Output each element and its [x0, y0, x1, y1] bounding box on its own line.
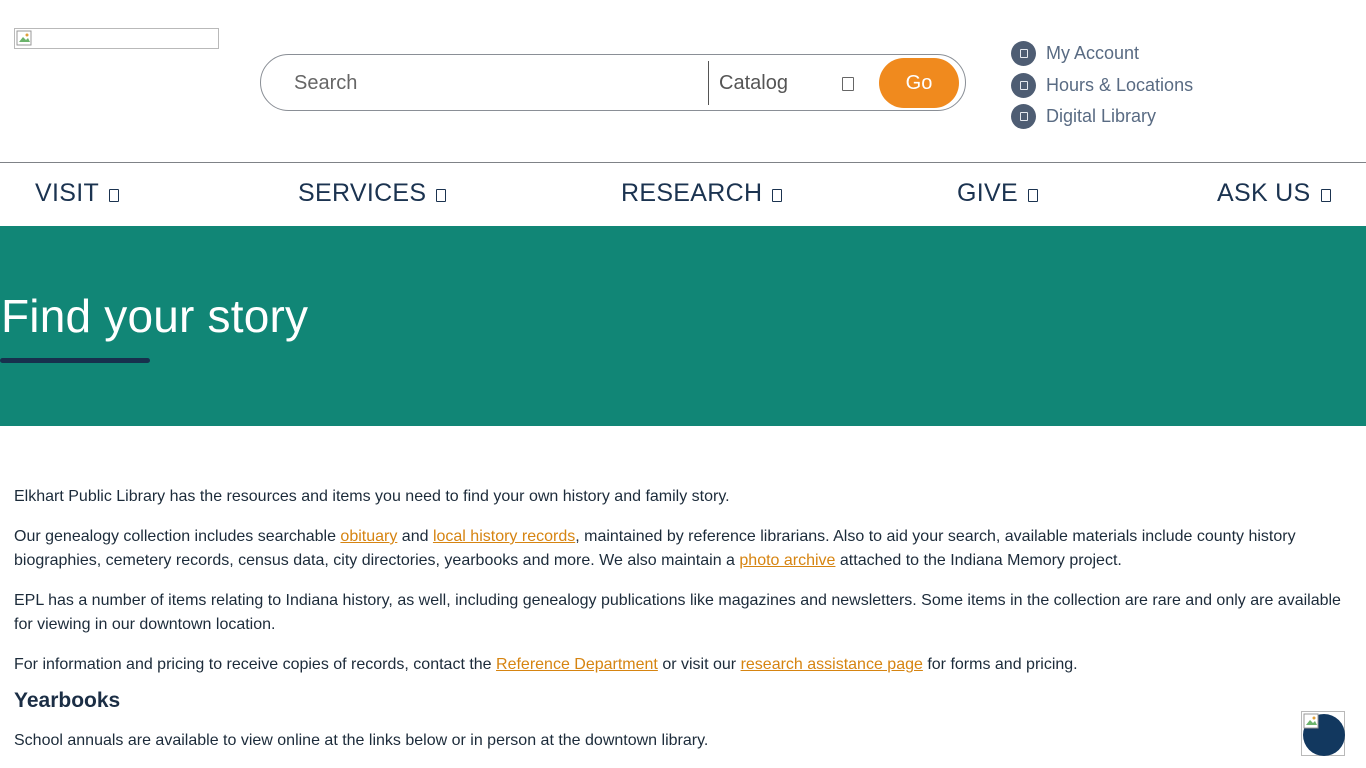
search-input[interactable] — [281, 61, 701, 105]
yearbooks-heading: Yearbooks — [14, 689, 121, 712]
page-title: Find your story — [1, 290, 309, 342]
nav-item-research[interactable]: RESEARCH — [621, 179, 783, 208]
main-nav: VISIT SERVICES RESEARCH GIVE ASK US — [0, 162, 1366, 226]
research-assistance-link[interactable]: research assistance page — [741, 656, 923, 673]
chevron-down-icon — [842, 77, 854, 91]
location-icon — [1011, 72, 1036, 98]
nav-item-give[interactable]: GIVE — [957, 179, 1038, 208]
text-segment: and — [397, 528, 433, 545]
nav-item-services[interactable]: SERVICES — [298, 179, 447, 208]
records-paragraph: For information and pricing to receive c… — [14, 653, 1354, 677]
catalog-select[interactable]: Catalog — [719, 63, 859, 103]
chevron-down-icon — [1027, 188, 1038, 202]
digital-library-link[interactable]: Digital Library — [1011, 101, 1193, 133]
title-underline — [0, 358, 150, 363]
utility-links: My Account Hours & Locations Digital Lib… — [1011, 38, 1193, 133]
collection-paragraph: Our genealogy collection includes search… — [14, 525, 1354, 573]
text-segment: Our genealogy collection includes search… — [14, 528, 341, 545]
search-bar: Catalog Go — [260, 54, 966, 111]
intro-paragraph: Elkhart Public Library has the resources… — [14, 488, 730, 505]
chevron-down-icon — [772, 188, 783, 202]
digital-library-icon — [1011, 104, 1036, 130]
search-divider — [708, 61, 709, 105]
obituary-link[interactable]: obituary — [340, 528, 397, 545]
indiana-history-paragraph: EPL has a number of items relating to In… — [14, 592, 1341, 633]
my-account-label: My Account — [1046, 43, 1140, 64]
chevron-down-icon — [436, 188, 447, 202]
nav-item-visit[interactable]: VISIT — [35, 179, 120, 208]
chevron-down-icon — [1320, 188, 1331, 202]
yearbooks-paragraph: School annuals are available to view onl… — [14, 732, 709, 749]
nav-item-label: VISIT — [35, 179, 100, 207]
nav-item-ask-us[interactable]: ASK US — [1217, 179, 1331, 208]
go-button[interactable]: Go — [879, 58, 959, 108]
chevron-down-icon — [109, 188, 120, 202]
library-logo[interactable] — [14, 28, 219, 49]
text-segment: for forms and pricing. — [922, 656, 1078, 673]
broken-image-icon — [1303, 713, 1319, 729]
local-history-records-link[interactable]: local history records — [433, 528, 575, 545]
hours-locations-link[interactable]: Hours & Locations — [1011, 70, 1193, 102]
digital-library-label: Digital Library — [1046, 106, 1157, 127]
text-segment: or visit our — [657, 656, 741, 673]
broken-image-icon — [16, 30, 32, 46]
nav-item-label: ASK US — [1217, 179, 1311, 207]
nav-item-label: GIVE — [957, 179, 1018, 207]
hours-locations-label: Hours & Locations — [1046, 74, 1194, 95]
my-account-link[interactable]: My Account — [1011, 38, 1193, 70]
account-icon — [1011, 41, 1036, 67]
nav-item-label: RESEARCH — [621, 179, 763, 207]
reference-department-link[interactable]: Reference Department — [496, 656, 658, 673]
hero-banner: Find your story — [0, 226, 1366, 426]
text-segment: For information and pricing to receive c… — [14, 656, 497, 673]
main-content: Elkhart Public Library has the resources… — [14, 485, 1354, 768]
nav-item-label: SERVICES — [298, 179, 427, 207]
catalog-select-value: Catalog — [719, 71, 788, 94]
accessibility-widget-button[interactable] — [1301, 711, 1345, 756]
text-segment: attached to the Indiana Memory project. — [835, 552, 1122, 569]
photo-archive-link[interactable]: photo archive — [739, 552, 835, 569]
